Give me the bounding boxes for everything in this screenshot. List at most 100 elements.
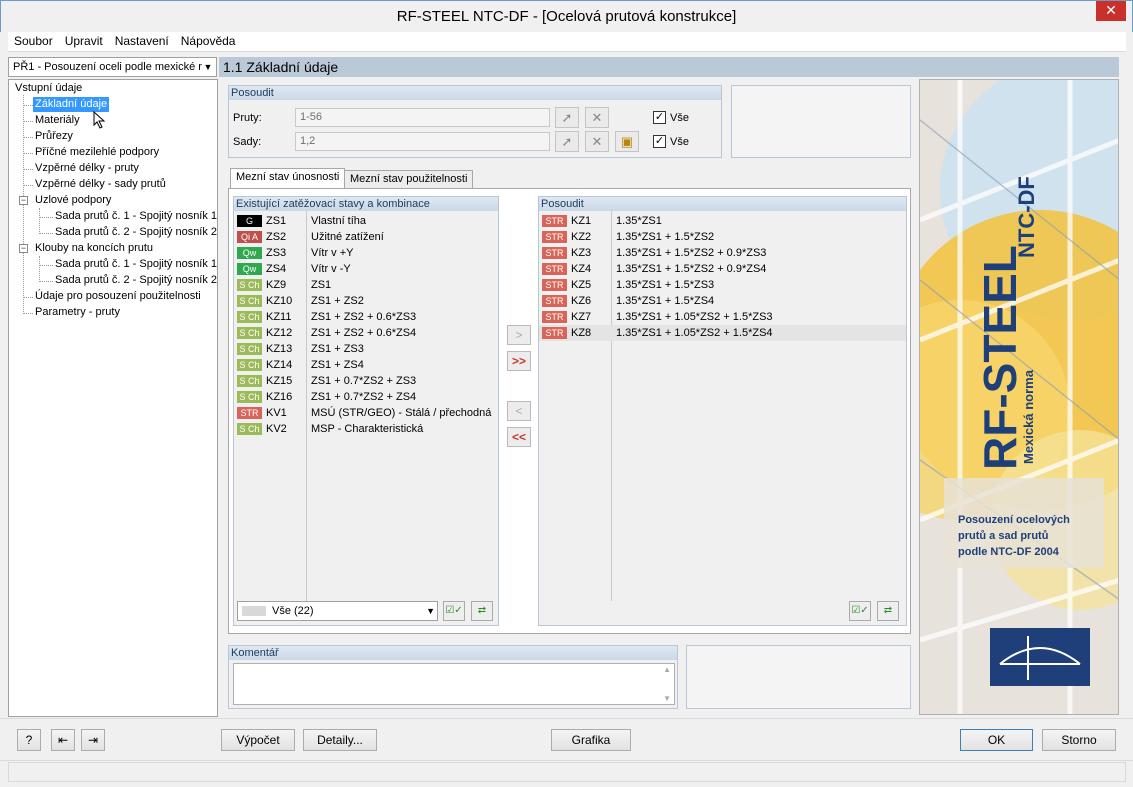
row-id: KZ14 <box>266 359 293 371</box>
select-all-icon[interactable]: ☑✓ <box>849 601 871 621</box>
tree-item-vzperne-delky-pruty[interactable]: Vzpěrné délky - pruty <box>35 161 139 176</box>
tab-unosnost[interactable]: Mezní stav únosnosti <box>230 168 346 189</box>
menu-soubor[interactable]: Soubor <box>8 32 59 51</box>
tree-item-parametry[interactable]: Parametry - pruty <box>35 305 120 320</box>
logo-description-line: podle NTC-DF 2004 <box>958 546 1059 558</box>
type-badge: STR <box>542 311 567 323</box>
collapse-icon[interactable]: − <box>19 244 28 253</box>
list-item[interactable]: STR KZ7 1.35*ZS1 + 1.05*ZS2 + 1.5*ZS3 <box>539 309 906 325</box>
list-item[interactable]: STR KZ2 1.35*ZS1 + 1.5*ZS2 <box>539 229 906 245</box>
new-set-button[interactable]: ▣ <box>615 131 639 152</box>
remove-button[interactable]: < <box>507 401 531 421</box>
menu-nastaveni[interactable]: Nastavení <box>109 32 175 51</box>
sady-input[interactable]: 1,2 <box>295 132 550 151</box>
pruty-label: Pruty: <box>233 112 262 124</box>
toggle-selection-icon[interactable]: ⇄ <box>877 601 899 621</box>
row-id: ZS4 <box>266 263 287 275</box>
case-select[interactable]: PŘ1 - Posouzení oceli podle mexické r ▼ <box>8 57 217 77</box>
vse-sets-checkbox[interactable]: ✓ <box>653 135 666 148</box>
tree-item-uzlove-sada-1[interactable]: Sada prutů č. 1 - Spojitý nosník 1 <box>55 209 217 224</box>
clear-members-button[interactable]: ✕ <box>585 107 609 128</box>
sady-label: Sady: <box>233 136 262 148</box>
menu-bar: Soubor Upravit Nastavení Nápověda <box>8 32 1126 52</box>
clear-sets-button[interactable]: ✕ <box>585 131 609 152</box>
row-id: KZ2 <box>571 231 592 243</box>
vse-members-checkbox[interactable]: ✓ <box>653 111 666 124</box>
collapse-icon[interactable]: − <box>19 196 28 205</box>
row-description: MSÚ (STR/GEO) - Stálá / přechodná <box>311 407 492 419</box>
list-item[interactable]: STR KZ5 1.35*ZS1 + 1.5*ZS3 <box>539 277 906 293</box>
tree-item-vzperne-delky-sady[interactable]: Vzpěrné délky - sady prutů <box>35 177 166 192</box>
pick-members-button[interactable]: ➚ <box>555 107 579 128</box>
comment-input[interactable]: ▲ ▼ <box>233 663 675 705</box>
chevron-down-icon: ▼ <box>426 606 435 616</box>
row-id: KZ12 <box>266 327 293 339</box>
list-item[interactable]: STR KZ8 1.35*ZS1 + 1.05*ZS2 + 1.5*ZS4 <box>539 325 906 341</box>
graphics-button[interactable]: Grafika <box>551 729 631 751</box>
tab-pouzitelnost[interactable]: Mezní stav použitelnosti <box>344 170 474 189</box>
list-item[interactable]: S Ch KZ16 ZS1 + 0.7*ZS2 + ZS4 <box>234 389 498 405</box>
tree-root[interactable]: Vstupní údaje <box>15 81 82 96</box>
details-button[interactable]: Detaily... <box>303 729 377 751</box>
row-id: KZ1 <box>571 215 592 227</box>
logo-module: NTC-DF <box>1014 176 1039 258</box>
type-badge: Qi A <box>237 231 262 243</box>
row-description: 1.35*ZS1 + 1.5*ZS2 + 0.9*ZS4 <box>616 263 767 275</box>
toggle-selection-icon[interactable]: ⇄ <box>471 601 493 621</box>
tree-item-materialy[interactable]: Materiály <box>35 113 80 128</box>
tree-item-prurezy[interactable]: Průřezy <box>35 129 73 144</box>
type-badge: STR <box>237 407 262 419</box>
list-item[interactable]: STR KZ3 1.35*ZS1 + 1.5*ZS2 + 0.9*ZS3 <box>539 245 906 261</box>
list-item[interactable]: STR KZ1 1.35*ZS1 <box>539 213 906 229</box>
export-icon[interactable]: ⇥ <box>81 729 105 751</box>
list-item[interactable]: S Ch KV2 MSP - Charakteristická <box>234 421 498 437</box>
tree-item-pouzitelnost[interactable]: Údaje pro posouzení použitelnosti <box>35 289 201 304</box>
navigator-tree: Vstupní údaje Základní údaje Materiály P… <box>8 79 218 717</box>
calculate-button[interactable]: Výpočet <box>221 729 295 751</box>
select-all-icon[interactable]: ☑✓ <box>443 601 465 621</box>
add-button[interactable]: > <box>507 325 531 345</box>
menu-upravit[interactable]: Upravit <box>59 32 109 51</box>
list-item[interactable]: S Ch KZ12 ZS1 + ZS2 + 0.6*ZS4 <box>234 325 498 341</box>
list-item[interactable]: S Ch KZ9 ZS1 <box>234 277 498 293</box>
row-id: ZS2 <box>266 231 287 243</box>
tree-item-uzlove-sada-2[interactable]: Sada prutů č. 2 - Spojitý nosník 2 <box>55 225 217 240</box>
list-item[interactable]: STR KZ6 1.35*ZS1 + 1.5*ZS4 <box>539 293 906 309</box>
row-id: KZ9 <box>266 279 287 291</box>
tree-item-klouby-sada-1[interactable]: Sada prutů č. 1 - Spojitý nosník 1 <box>55 257 217 272</box>
list-item[interactable]: S Ch KZ15 ZS1 + 0.7*ZS2 + ZS3 <box>234 373 498 389</box>
list-item[interactable]: S Ch KZ14 ZS1 + ZS4 <box>234 357 498 373</box>
list-item[interactable]: S Ch KZ10 ZS1 + ZS2 <box>234 293 498 309</box>
chevron-down-icon: ▼ <box>203 62 213 72</box>
selected-list: Posoudit STR KZ1 1.35*ZS1 STR KZ2 1.35*ZS1 + … <box>538 196 907 626</box>
tree-item-klouby[interactable]: Klouby na koncích prutu <box>35 241 153 256</box>
help-icon[interactable]: ? <box>17 729 41 751</box>
cancel-button[interactable]: Storno <box>1042 729 1116 751</box>
list-item[interactable]: Qw ZS3 Vítr v +Y <box>234 245 498 261</box>
scroll-down-icon[interactable]: ▼ <box>663 694 671 703</box>
vse-members-label: Vše <box>670 112 689 124</box>
list-item[interactable]: STR KZ4 1.35*ZS1 + 1.5*ZS2 + 0.9*ZS4 <box>539 261 906 277</box>
list-item[interactable]: S Ch KZ13 ZS1 + ZS3 <box>234 341 498 357</box>
row-description: ZS1 + ZS4 <box>311 359 364 371</box>
window-title: RF-STEEL NTC-DF - [Ocelová prutová konst… <box>0 0 1133 32</box>
list-item[interactable]: Qi A ZS2 Užitné zatížení <box>234 229 498 245</box>
tree-item-pricne-podpory[interactable]: Příčné mezilehlé podpory <box>35 145 159 160</box>
list-item[interactable]: STR KV1 MSÚ (STR/GEO) - Stálá / přechodná <box>234 405 498 421</box>
tree-item-zakladni-udaje[interactable]: Základní údaje <box>33 97 110 112</box>
pick-sets-button[interactable]: ➚ <box>555 131 579 152</box>
scroll-up-icon[interactable]: ▲ <box>663 665 671 674</box>
filter-select[interactable]: Vše (22) ▼ <box>237 601 438 621</box>
menu-napoveda[interactable]: Nápověda <box>175 32 242 51</box>
import-icon[interactable]: ⇤ <box>51 729 75 751</box>
list-item[interactable]: G ZS1 Vlastní tíha <box>234 213 498 229</box>
close-button[interactable]: ✕ <box>1096 1 1126 21</box>
ok-button[interactable]: OK <box>960 729 1033 751</box>
list-item[interactable]: Qw ZS4 Vítr v -Y <box>234 261 498 277</box>
pruty-input[interactable]: 1-56 <box>295 108 550 127</box>
add-all-button[interactable]: >> <box>507 351 531 371</box>
tree-item-klouby-sada-2[interactable]: Sada prutů č. 2 - Spojitý nosník 2 <box>55 273 217 288</box>
tree-item-uzlove-podpory[interactable]: Uzlové podpory <box>35 193 111 208</box>
list-item[interactable]: S Ch KZ11 ZS1 + ZS2 + 0.6*ZS3 <box>234 309 498 325</box>
remove-all-button[interactable]: << <box>507 427 531 447</box>
